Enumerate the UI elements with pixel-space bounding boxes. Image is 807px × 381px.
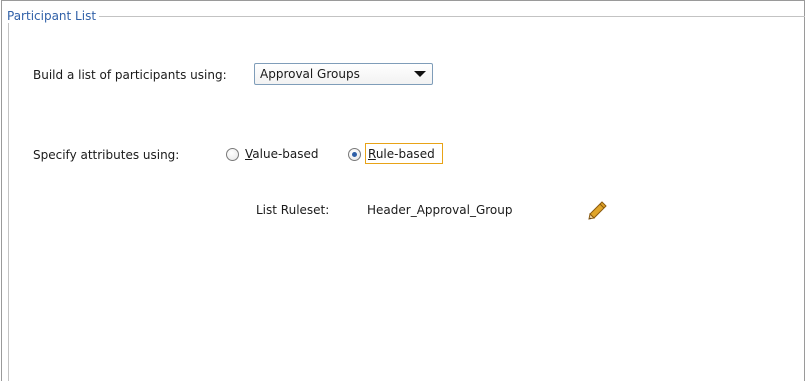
dropdown-selected-value: Approval Groups	[260, 67, 360, 81]
value-based-radio[interactable]	[226, 148, 239, 161]
participant-list-title: Participant List	[4, 9, 100, 23]
radio-selected-dot	[352, 152, 357, 157]
build-list-label: Build a list of participants using:	[33, 68, 227, 82]
pencil-icon[interactable]	[586, 200, 608, 222]
approval-groups-dropdown[interactable]: Approval Groups	[254, 63, 433, 85]
value-based-label[interactable]: Value-based	[245, 147, 319, 161]
list-ruleset-value: Header_Approval_Group	[367, 203, 513, 217]
list-ruleset-label: List Ruleset:	[256, 203, 330, 217]
rule-based-label[interactable]: Rule-based	[368, 147, 435, 161]
rule-based-radio[interactable]	[348, 148, 361, 161]
chevron-down-icon[interactable]	[414, 71, 426, 77]
specify-attributes-label: Specify attributes using:	[33, 148, 180, 162]
